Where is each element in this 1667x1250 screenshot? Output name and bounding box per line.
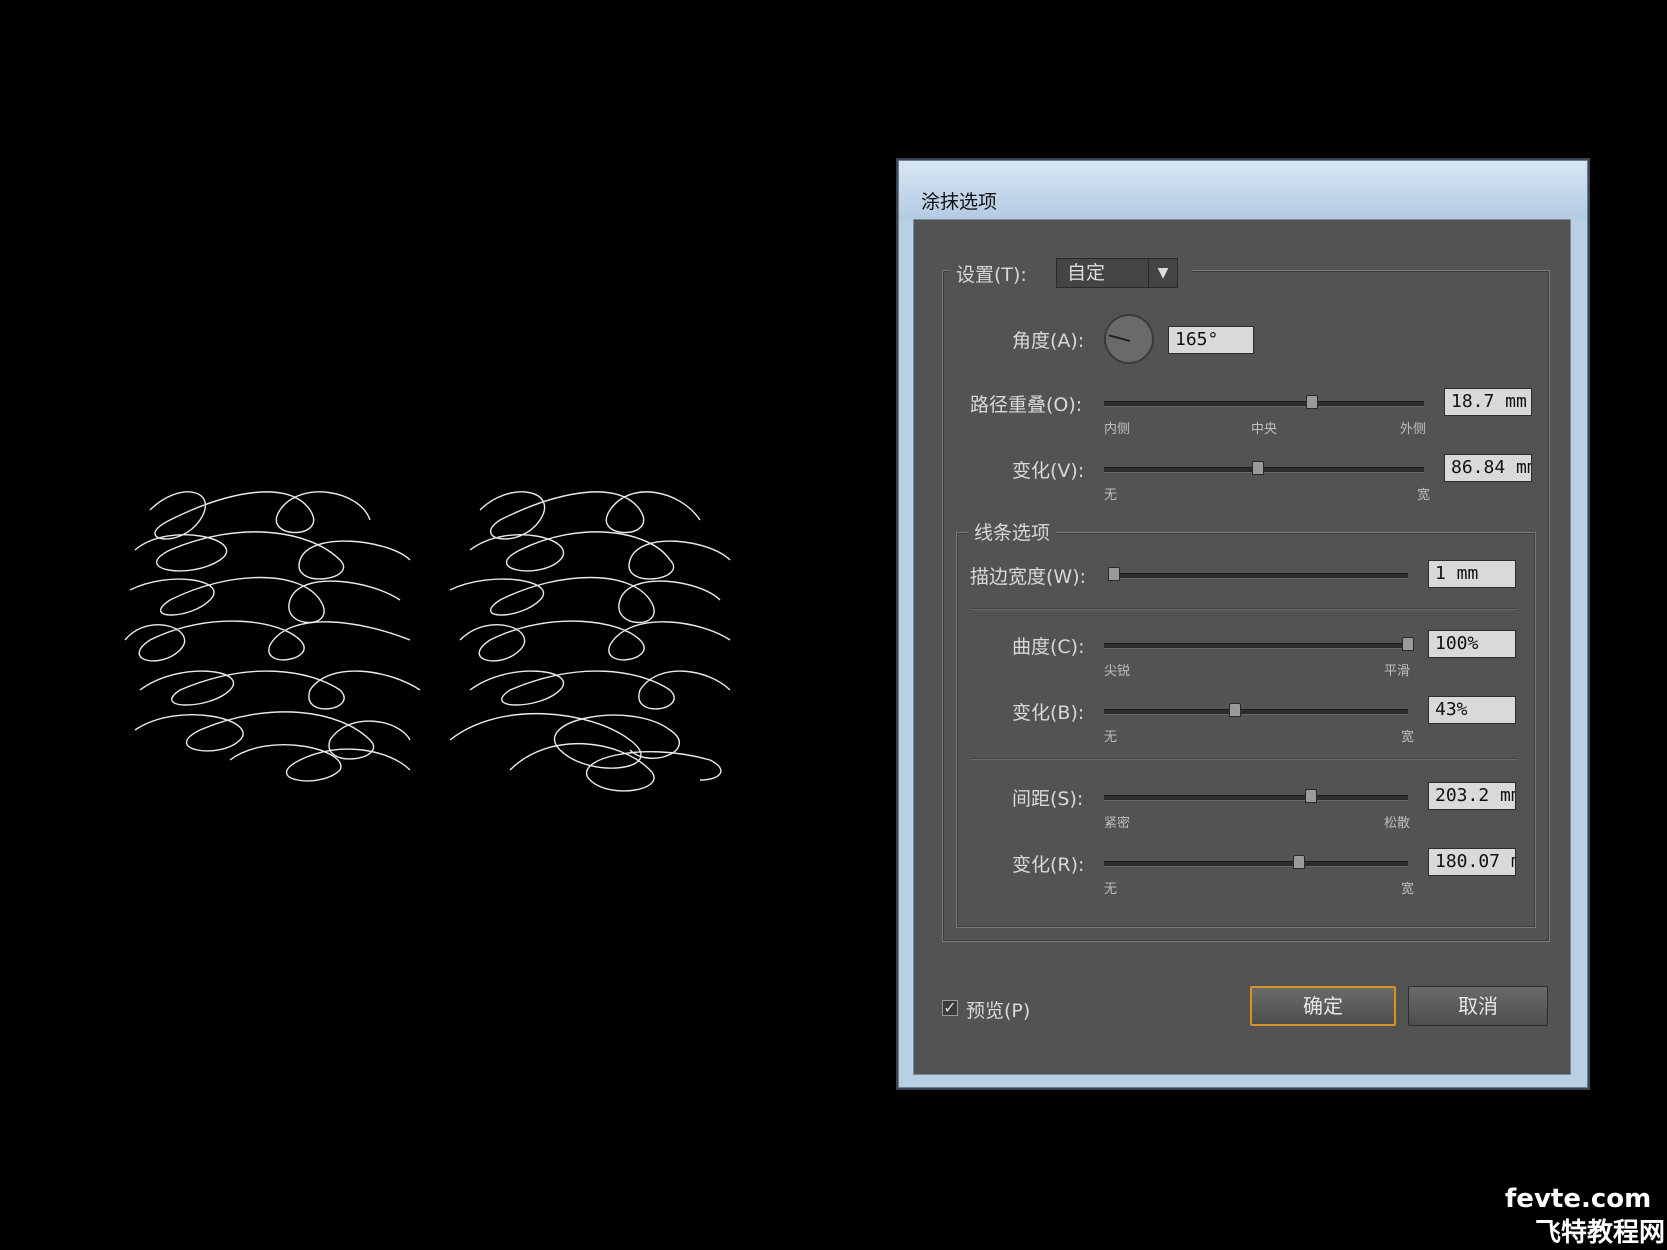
checkmark-icon: ✓ bbox=[943, 998, 957, 1017]
path-overlap-slider[interactable] bbox=[1104, 395, 1424, 409]
variation-v-thumb[interactable] bbox=[1251, 461, 1264, 475]
watermark-url: fevte.com bbox=[1505, 1184, 1652, 1214]
variation-v-left-label: 无 bbox=[1104, 488, 1118, 503]
angle-dial[interactable] bbox=[1104, 314, 1154, 364]
variation-b-right-label: 宽 bbox=[1401, 730, 1415, 745]
curviness-thumb[interactable] bbox=[1402, 637, 1414, 651]
scribble-stroke bbox=[134, 711, 411, 760]
dialog-title: 涂抹选项 bbox=[921, 191, 998, 213]
ok-button[interactable]: 确定 bbox=[1250, 986, 1396, 1026]
variation-r-left-label: 无 bbox=[1104, 882, 1118, 897]
stroke-width-thumb[interactable] bbox=[1108, 567, 1120, 581]
scribble-stroke bbox=[129, 576, 401, 624]
curviness-left-label: 尖锐 bbox=[1104, 664, 1131, 679]
scribble-options-dialog: 涂抹选项 设置(T): 自定 ▼ 角度(A): 165° 路径重叠(O): 内侧… bbox=[898, 160, 1588, 1088]
settings-value: 自定 bbox=[1067, 262, 1106, 284]
divider bbox=[970, 758, 1518, 760]
dialog-titlebar[interactable]: 涂抹选项 bbox=[899, 161, 1587, 219]
watermark-cn: 飞特教程网 bbox=[1535, 1218, 1666, 1248]
spacing-slider[interactable] bbox=[1104, 789, 1408, 803]
spacing-left-label: 紧密 bbox=[1104, 816, 1131, 831]
dialog-body: 设置(T): 自定 ▼ 角度(A): 165° 路径重叠(O): 内侧 中央 外… bbox=[913, 219, 1571, 1075]
scribble-artwork bbox=[124, 491, 731, 792]
scribble-stroke bbox=[449, 712, 680, 769]
path-overlap-thumb[interactable] bbox=[1306, 395, 1318, 409]
angle-dial-indicator bbox=[1108, 334, 1131, 342]
variation-v-right-label: 宽 bbox=[1417, 488, 1431, 503]
variation-b-slider[interactable] bbox=[1104, 703, 1408, 717]
variation-v-field[interactable]: 86.84 mm bbox=[1444, 454, 1532, 482]
spacing-label: 间距(S): bbox=[1012, 788, 1084, 810]
scribble-stroke bbox=[449, 576, 721, 624]
spacing-field[interactable]: 203.2 mm bbox=[1428, 782, 1516, 810]
stroke-width-field[interactable]: 1 mm bbox=[1428, 560, 1516, 588]
cancel-button[interactable]: 取消 bbox=[1408, 986, 1548, 1026]
scribble-stroke bbox=[469, 670, 731, 710]
spacing-right-label: 松散 bbox=[1384, 816, 1411, 831]
path-overlap-right-label: 外侧 bbox=[1400, 422, 1427, 437]
variation-b-thumb[interactable] bbox=[1228, 703, 1241, 717]
stroke-width-label: 描边宽度(W): bbox=[970, 566, 1087, 588]
chevron-down-icon: ▼ bbox=[1148, 259, 1177, 287]
variation-r-thumb[interactable] bbox=[1292, 855, 1305, 869]
path-overlap-center-label: 中央 bbox=[1251, 422, 1278, 437]
angle-field[interactable]: 165° bbox=[1168, 326, 1254, 354]
curviness-label: 曲度(C): bbox=[1012, 636, 1085, 658]
angle-label: 角度(A): bbox=[1012, 330, 1085, 352]
scribble-stroke bbox=[229, 744, 411, 782]
path-overlap-left-label: 内侧 bbox=[1104, 422, 1131, 437]
scribble-stroke bbox=[459, 620, 731, 662]
variation-v-label: 变化(V): bbox=[1012, 460, 1085, 482]
preview-checkbox[interactable]: ✓ bbox=[942, 1000, 958, 1016]
variation-v-slider[interactable] bbox=[1104, 461, 1424, 475]
divider bbox=[970, 608, 1518, 610]
variation-r-field[interactable]: 180.07 mm bbox=[1428, 848, 1516, 876]
settings-dropdown[interactable]: 自定 ▼ bbox=[1056, 258, 1178, 288]
stroke-width-slider[interactable] bbox=[1108, 567, 1408, 581]
variation-b-left-label: 无 bbox=[1104, 730, 1118, 745]
scribble-stroke bbox=[124, 620, 411, 662]
scribble-stroke bbox=[509, 743, 722, 792]
scribble-stroke bbox=[139, 670, 421, 710]
scribble-stroke bbox=[134, 531, 411, 580]
variation-r-right-label: 宽 bbox=[1401, 882, 1415, 897]
variation-b-label: 变化(B): bbox=[1012, 702, 1085, 724]
preview-label: 预览(P) bbox=[966, 1000, 1031, 1022]
variation-b-field[interactable]: 43% bbox=[1428, 696, 1516, 724]
variation-r-label: 变化(R): bbox=[1012, 854, 1085, 876]
path-overlap-label: 路径重叠(O): bbox=[970, 394, 1083, 416]
curviness-slider[interactable] bbox=[1104, 637, 1414, 651]
curviness-right-label: 平滑 bbox=[1384, 664, 1411, 679]
settings-label: 设置(T): bbox=[956, 264, 1027, 286]
variation-r-slider[interactable] bbox=[1104, 855, 1408, 869]
spacing-thumb[interactable] bbox=[1304, 789, 1317, 803]
path-overlap-field[interactable]: 18.7 mm bbox=[1444, 388, 1532, 416]
line-options-title: 线条选项 bbox=[968, 518, 1057, 545]
curviness-field[interactable]: 100% bbox=[1428, 630, 1516, 658]
